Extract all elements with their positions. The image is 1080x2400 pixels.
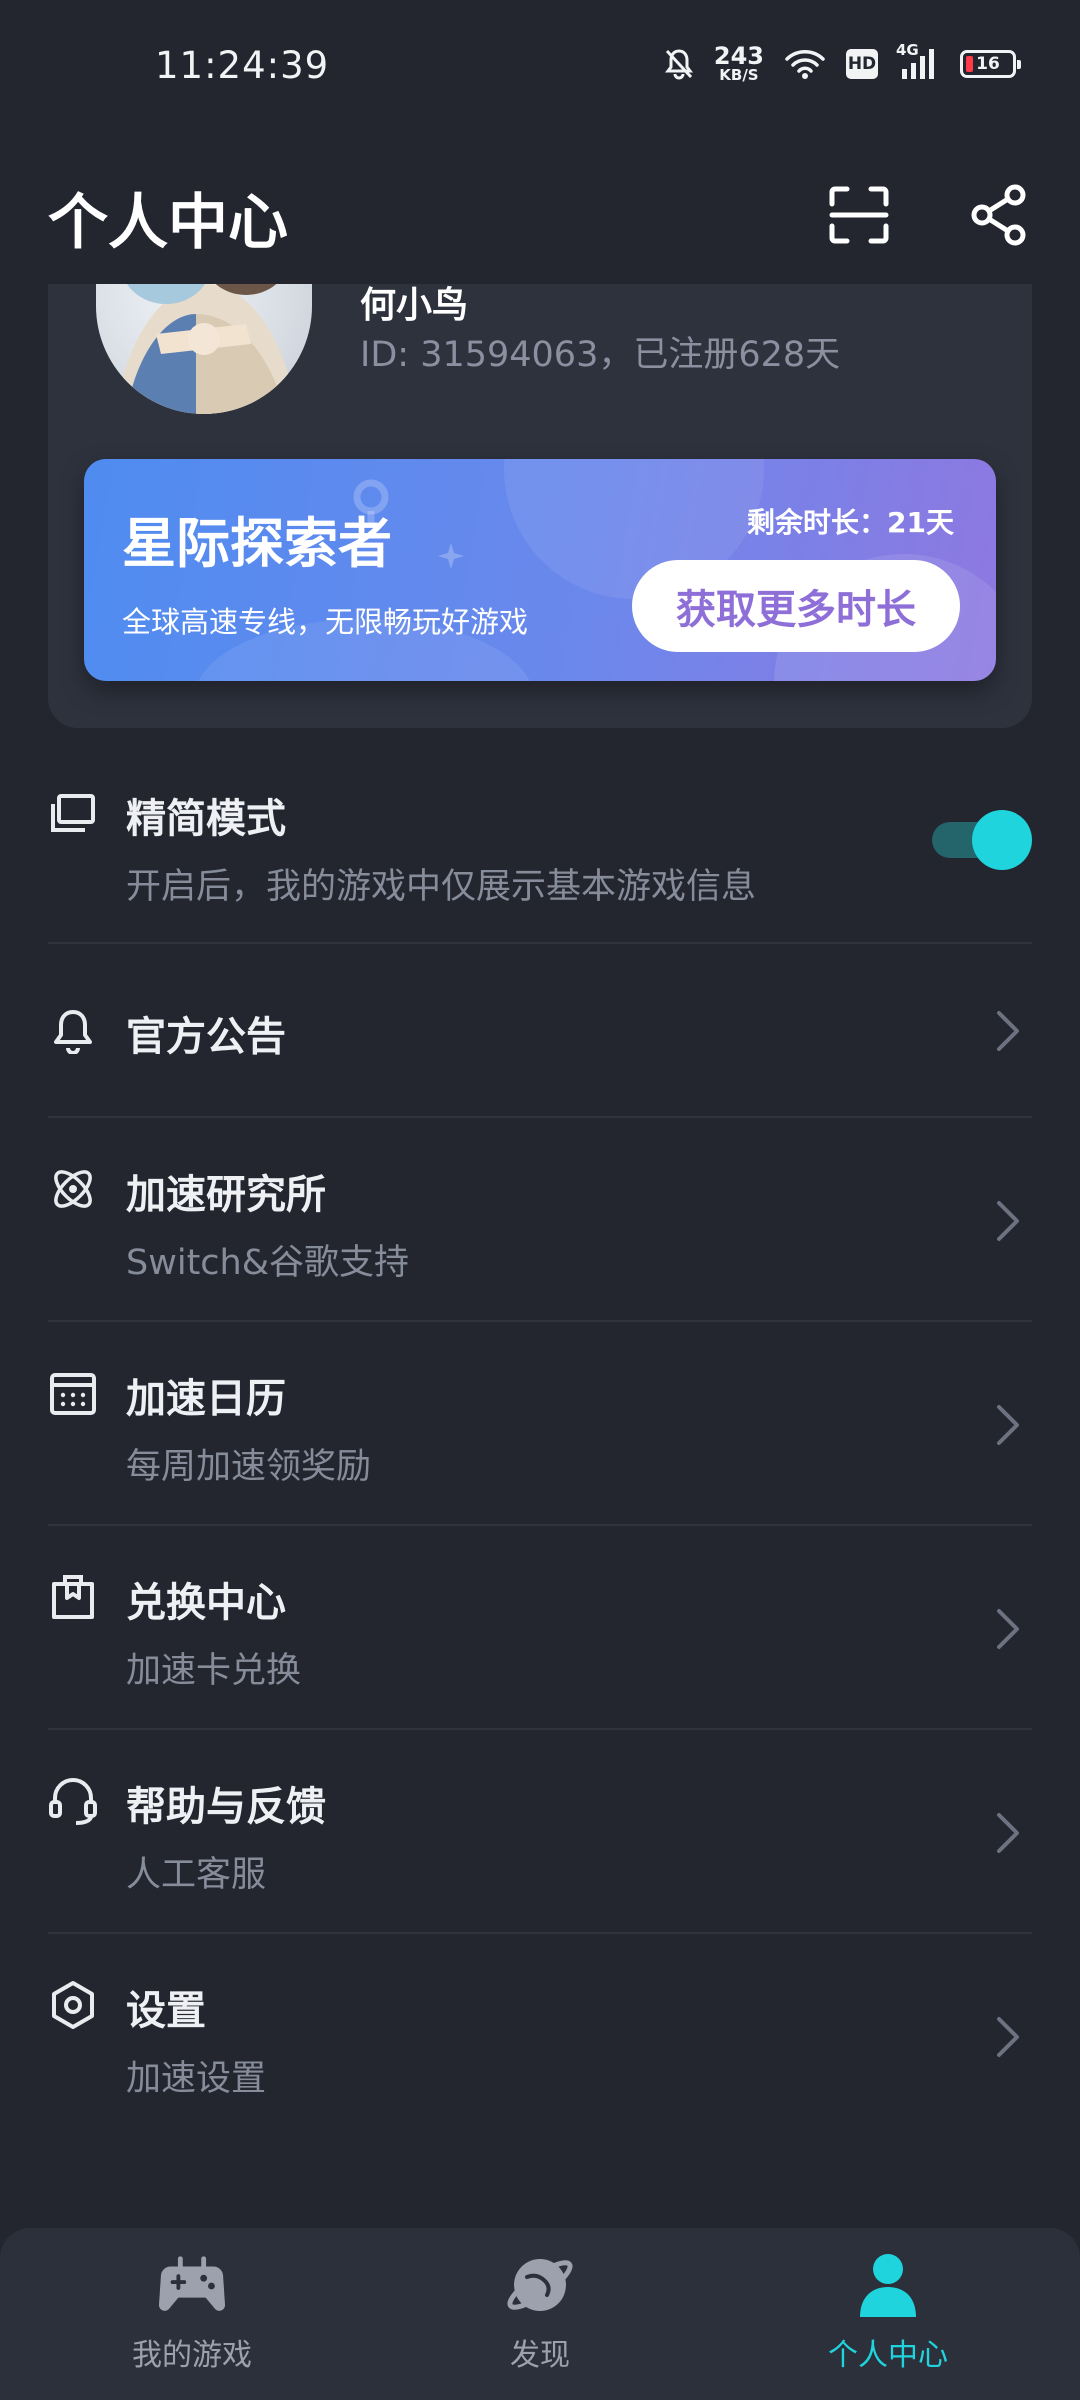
net-speed-unit: KB/S bbox=[719, 66, 759, 84]
vip-title: 星际探索者 bbox=[122, 512, 392, 575]
nav-tab-label: 个人中心 bbox=[828, 2338, 948, 2373]
bell-icon bbox=[48, 1006, 98, 1056]
chevron-right-icon bbox=[988, 1808, 1028, 1858]
chevron-right-icon bbox=[988, 2012, 1028, 2062]
profile-card: 何小鸟 ID: 31594063，已注册628天 星际探索者 全球高速专线，无限… bbox=[48, 284, 1032, 728]
gamepad-icon bbox=[157, 2250, 227, 2320]
scan-icon bbox=[829, 186, 889, 244]
chevron-right-icon bbox=[988, 1400, 1028, 1450]
chevron-right-icon bbox=[988, 1604, 1028, 1654]
chevron-right-icon bbox=[988, 1196, 1028, 1246]
exchange-icon bbox=[48, 1572, 98, 1622]
share-button[interactable] bbox=[964, 180, 1034, 250]
net-speed-value: 243 bbox=[713, 42, 764, 70]
nav-tab-discover[interactable]: 发现 bbox=[420, 2250, 660, 2390]
menu-item-lab[interactable]: 加速研究所 Switch&谷歌支持 bbox=[48, 1118, 1032, 1322]
share-icon bbox=[971, 184, 1026, 246]
simple-mode-toggle[interactable] bbox=[932, 810, 1032, 870]
status-time: 11:24:39 bbox=[155, 44, 330, 87]
menu-item-title: 加速研究所 bbox=[126, 1172, 326, 1218]
vip-subtitle: 全球高速专线，无限畅玩好游戏 bbox=[122, 605, 529, 639]
planet-icon bbox=[505, 2250, 575, 2320]
menu-item-help[interactable]: 帮助与反馈 人工客服 bbox=[48, 1730, 1032, 1934]
menu-item-simple-mode[interactable]: 精简模式 开启后，我的游戏中仅展示基本游戏信息 bbox=[48, 740, 1032, 944]
menu-item-subtitle: 加速设置 bbox=[126, 2059, 267, 2099]
menu-item-title: 官方公告 bbox=[126, 1014, 286, 1060]
menu-item-title: 精简模式 bbox=[126, 796, 286, 842]
menu-item-subtitle: 人工客服 bbox=[126, 1855, 267, 1895]
status-bar: 11:24:39 243 KB/S HD 4G 16 bbox=[0, 0, 1080, 130]
scan-button[interactable] bbox=[824, 180, 894, 250]
menu-item-title: 帮助与反馈 bbox=[126, 1784, 326, 1830]
vip-remaining-time: 剩余时长：21天 bbox=[747, 506, 954, 539]
battery-icon: 16 bbox=[960, 49, 1021, 78]
menu-item-subtitle: 开启后，我的游戏中仅展示基本游戏信息 bbox=[126, 867, 757, 907]
menu-item-title: 兑换中心 bbox=[126, 1580, 286, 1626]
wifi-icon bbox=[784, 48, 826, 80]
menu-item-title: 设置 bbox=[126, 1988, 206, 2034]
bottom-nav: 我的游戏 发现 个人中心 bbox=[0, 2228, 1080, 2400]
mute-bell-icon bbox=[664, 48, 694, 80]
avatar-illustration-icon bbox=[116, 284, 296, 414]
menu-item-exchange[interactable]: 兑换中心 加速卡兑换 bbox=[48, 1526, 1032, 1730]
headset-icon bbox=[48, 1776, 98, 1826]
nav-tab-label: 发现 bbox=[510, 2338, 570, 2373]
net-speed: 243 KB/S bbox=[714, 44, 764, 83]
username: 何小鸟 bbox=[360, 285, 469, 326]
atom-icon bbox=[48, 1164, 98, 1214]
menu-item-settings[interactable]: 设置 加速设置 bbox=[48, 1934, 1032, 2138]
hd-badge: HD bbox=[846, 48, 878, 79]
person-icon bbox=[853, 2250, 923, 2320]
battery-level: 16 bbox=[976, 53, 1000, 74]
user-id: ID: 31594063，已注册628天 bbox=[360, 335, 841, 375]
menu-list: 精简模式 开启后，我的游戏中仅展示基本游戏信息 官方公告 加速研究所 Switc… bbox=[48, 740, 1032, 2138]
toggle-thumb bbox=[972, 810, 1032, 870]
get-more-time-button[interactable]: 获取更多时长 bbox=[632, 560, 960, 652]
menu-item-subtitle: 加速卡兑换 bbox=[126, 1651, 302, 1691]
settings-icon bbox=[48, 1980, 98, 2030]
menu-item-calendar[interactable]: 加速日历 每周加速领奖励 bbox=[48, 1322, 1032, 1526]
menu-item-announcement[interactable]: 官方公告 bbox=[48, 944, 1032, 1118]
nav-tab-label: 我的游戏 bbox=[132, 2338, 252, 2373]
cellular-signal-icon: 4G bbox=[896, 41, 940, 81]
nav-tab-profile[interactable]: 个人中心 bbox=[768, 2250, 1008, 2390]
header: 个人中心 bbox=[0, 150, 1080, 280]
battery-level-fill bbox=[966, 55, 973, 72]
menu-item-subtitle: 每周加速领奖励 bbox=[126, 1447, 372, 1487]
screen: 11:24:39 243 KB/S HD 4G 16 个人中心 何小鸟 ID: … bbox=[0, 0, 1080, 2400]
status-icons: 243 KB/S HD 4G 16 bbox=[664, 41, 1021, 83]
calendar-icon bbox=[48, 1368, 98, 1418]
menu-item-title: 加速日历 bbox=[126, 1376, 286, 1422]
simple-mode-icon bbox=[48, 788, 98, 838]
nav-tab-my-games[interactable]: 我的游戏 bbox=[72, 2250, 312, 2390]
vip-banner[interactable]: 星际探索者 全球高速专线，无限畅玩好游戏 剩余时长：21天 获取更多时长 bbox=[84, 459, 996, 681]
avatar[interactable] bbox=[96, 284, 312, 414]
sparkle-decoration-icon bbox=[438, 543, 464, 569]
menu-item-subtitle: Switch&谷歌支持 bbox=[126, 1243, 410, 1283]
chevron-right-icon bbox=[988, 1006, 1028, 1056]
page-title: 个人中心 bbox=[48, 188, 288, 258]
network-type: 4G bbox=[896, 40, 919, 59]
